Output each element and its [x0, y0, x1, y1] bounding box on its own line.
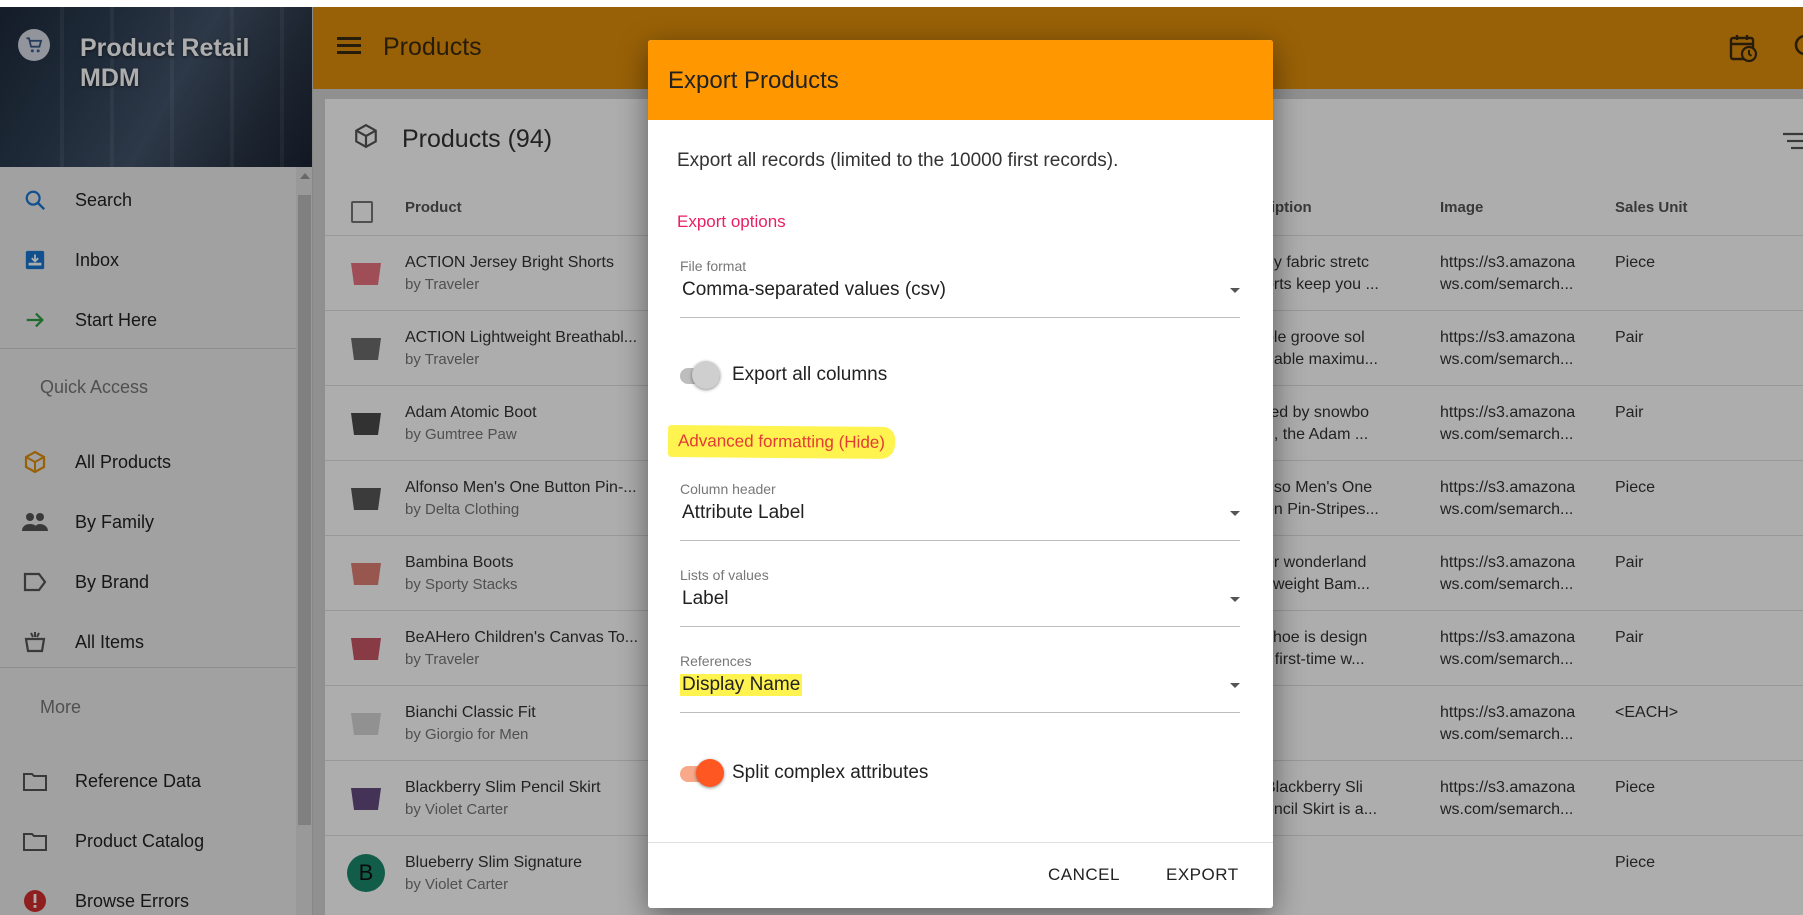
export-all-columns-label: Export all columns — [732, 364, 888, 385]
references-value: Display Name — [680, 674, 803, 696]
lists-of-values-value: Label — [682, 588, 729, 609]
column-header-select[interactable]: Column header Attribute Label — [680, 481, 1240, 541]
lists-of-values-select[interactable]: Lists of values Label — [680, 567, 1240, 627]
file-format-select[interactable]: File format Comma-separated values (csv) — [680, 258, 1240, 318]
dialog-intro-text: Export all records (limited to the 10000… — [677, 150, 1119, 171]
file-format-label: File format — [680, 258, 747, 274]
references-select[interactable]: References Display Name — [680, 653, 1240, 713]
dropdown-caret-icon — [1230, 683, 1240, 688]
cancel-button[interactable]: CANCEL — [1048, 865, 1120, 885]
export-products-dialog: Export Products Export all records (limi… — [648, 40, 1273, 908]
dialog-footer: CANCEL EXPORT — [648, 842, 1273, 908]
split-complex-attributes-label: Split complex attributes — [732, 762, 929, 783]
export-button[interactable]: EXPORT — [1166, 865, 1239, 885]
export-options-heading: Export options — [677, 212, 786, 231]
window-top-edge — [0, 0, 1803, 7]
dropdown-caret-icon — [1230, 288, 1240, 293]
dropdown-caret-icon — [1230, 597, 1240, 602]
toggle-knob — [696, 759, 724, 787]
advanced-formatting-toggle-link[interactable]: Advanced formatting (Hide) — [667, 425, 896, 459]
toggle-knob — [692, 361, 720, 389]
dropdown-caret-icon — [1230, 511, 1240, 516]
lists-of-values-label: Lists of values — [680, 567, 769, 583]
dialog-title: Export Products — [668, 67, 839, 94]
column-header-label: Column header — [680, 481, 776, 497]
dialog-header: Export Products — [648, 40, 1273, 120]
column-header-value: Attribute Label — [682, 502, 805, 523]
file-format-value: Comma-separated values (csv) — [682, 279, 946, 300]
references-label: References — [680, 653, 752, 669]
